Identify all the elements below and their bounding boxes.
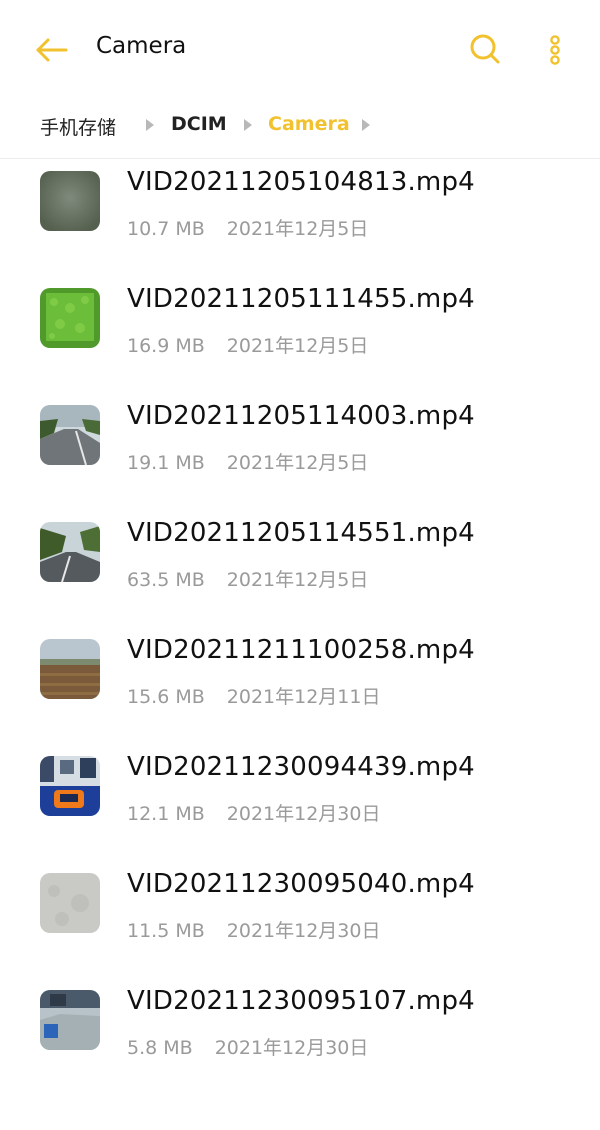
file-list-item[interactable]: VID20211205114003.mp4 19.1 MB 2021年12月5日 [0, 392, 600, 509]
back-button[interactable] [34, 33, 70, 67]
breadcrumb-separator-icon [362, 119, 370, 131]
file-list-item[interactable]: VID20211205111455.mp4 16.9 MB 2021年12月5日 [0, 275, 600, 392]
file-size: 16.9 MB [127, 335, 205, 357]
search-button[interactable] [468, 32, 502, 66]
file-date: 2021年12月5日 [226, 335, 369, 357]
file-name: VID20211230094439.mp4 [127, 752, 475, 782]
file-meta: 15.6 MB 2021年12月11日 [127, 682, 381, 709]
file-size: 11.5 MB [127, 920, 205, 942]
file-name: VID20211211100258.mp4 [127, 635, 475, 665]
file-size: 12.1 MB [127, 803, 205, 825]
video-thumbnail [40, 405, 100, 465]
video-thumbnail [40, 756, 100, 816]
file-size: 63.5 MB [127, 569, 205, 591]
video-thumbnail [40, 171, 100, 231]
breadcrumb-item-camera[interactable]: Camera [268, 113, 350, 135]
file-name: VID20211230095040.mp4 [127, 869, 475, 899]
top-app-bar: Camera [0, 0, 600, 100]
file-list-item[interactable]: VID20211211100258.mp4 15.6 MB 2021年12月11日 [0, 626, 600, 743]
page-title: Camera [96, 33, 187, 59]
file-list-item[interactable]: VID20211230095107.mp4 5.8 MB 2021年12月30日 [0, 977, 600, 1094]
file-date: 2021年12月30日 [226, 920, 381, 942]
file-name: VID20211205104813.mp4 [127, 167, 475, 197]
more-vertical-icon [550, 35, 560, 65]
file-meta: 10.7 MB 2021年12月5日 [127, 214, 368, 241]
file-list-item[interactable]: VID20211230095040.mp4 11.5 MB 2021年12月30日 [0, 860, 600, 977]
file-size: 5.8 MB [127, 1037, 193, 1059]
file-date: 2021年12月5日 [226, 569, 369, 591]
more-options-button[interactable] [540, 33, 570, 67]
file-list-item[interactable]: VID20211230094439.mp4 12.1 MB 2021年12月30日 [0, 743, 600, 860]
file-name: VID20211205114003.mp4 [127, 401, 475, 431]
file-date: 2021年12月30日 [214, 1037, 369, 1059]
file-name: VID20211205111455.mp4 [127, 284, 475, 314]
video-thumbnail [40, 990, 100, 1050]
file-meta: 63.5 MB 2021年12月5日 [127, 565, 368, 592]
file-list-item[interactable]: VID20211205104813.mp4 10.7 MB 2021年12月5日 [0, 158, 600, 275]
file-size: 15.6 MB [127, 686, 205, 708]
file-name: VID20211230095107.mp4 [127, 986, 475, 1016]
file-size: 10.7 MB [127, 218, 205, 240]
back-arrow-icon [36, 38, 68, 62]
file-list-item[interactable]: VID20211205114551.mp4 63.5 MB 2021年12月5日 [0, 509, 600, 626]
breadcrumb-item-storage[interactable]: 手机存储 [40, 113, 116, 140]
file-date: 2021年12月11日 [226, 686, 381, 708]
video-thumbnail [40, 873, 100, 933]
file-name: VID20211205114551.mp4 [127, 518, 475, 548]
file-meta: 12.1 MB 2021年12月30日 [127, 799, 381, 826]
file-meta: 16.9 MB 2021年12月5日 [127, 331, 368, 358]
file-date: 2021年12月5日 [226, 218, 369, 240]
video-thumbnail [40, 639, 100, 699]
search-icon [470, 34, 500, 64]
file-date: 2021年12月5日 [226, 452, 369, 474]
file-date: 2021年12月30日 [226, 803, 381, 825]
video-thumbnail [40, 288, 100, 348]
breadcrumb-separator-icon [146, 119, 154, 131]
breadcrumb-separator-icon [244, 119, 252, 131]
video-thumbnail [40, 522, 100, 582]
file-size: 19.1 MB [127, 452, 205, 474]
file-meta: 19.1 MB 2021年12月5日 [127, 448, 368, 475]
breadcrumb: 手机存储 DCIM Camera [0, 100, 600, 159]
file-meta: 5.8 MB 2021年12月30日 [127, 1033, 368, 1060]
file-meta: 11.5 MB 2021年12月30日 [127, 916, 381, 943]
breadcrumb-item-dcim[interactable]: DCIM [171, 113, 227, 135]
